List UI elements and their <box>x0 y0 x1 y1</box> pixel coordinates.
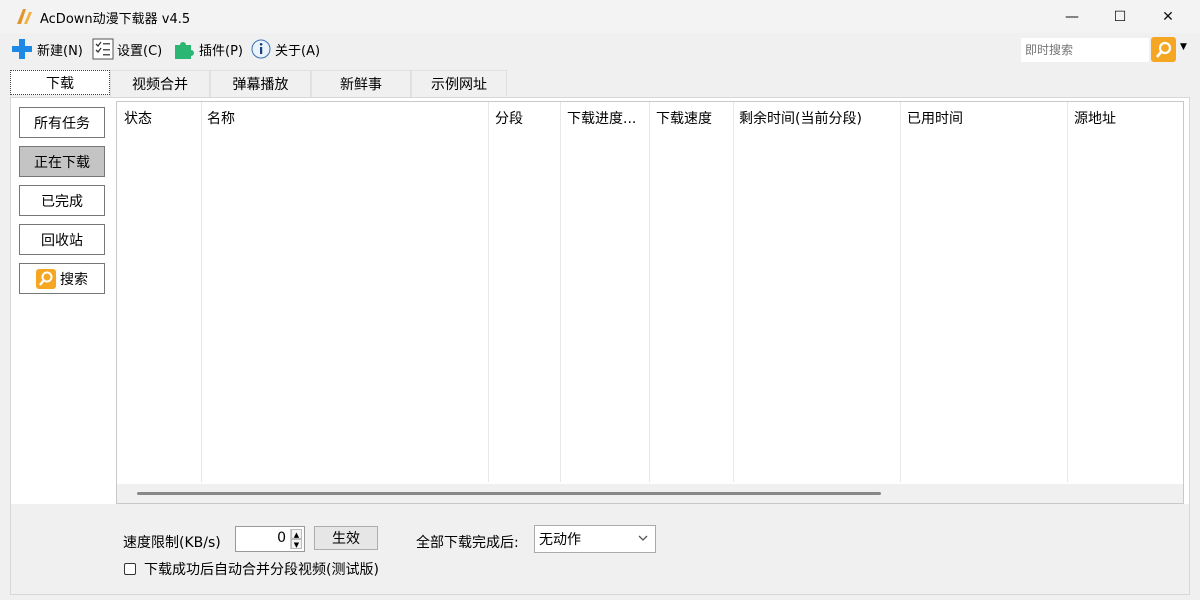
column-divider <box>560 102 561 482</box>
sidebar-item-search-label: 搜索 <box>60 271 88 288</box>
about-menu-label: 关于(A) <box>275 43 321 59</box>
column-divider <box>201 102 202 482</box>
window-title: AcDown动漫下载器 v4.5 <box>40 12 191 27</box>
column-source-url[interactable]: 源地址 <box>1074 108 1116 128</box>
minimize-button[interactable]: — <box>1048 0 1096 33</box>
auto-merge-checkbox[interactable] <box>124 563 136 575</box>
sidebar-item-all-tasks[interactable]: 所有任务 <box>19 107 105 138</box>
settings-menu-label: 设置(C) <box>117 43 163 59</box>
horizontal-scrollbar[interactable] <box>117 484 1183 503</box>
task-table[interactable]: 状态 名称 分段 下载进度... 下载速度 剩余时间(当前分段) 已用时间 源地… <box>116 101 1184 504</box>
app-logo-icon <box>17 9 32 24</box>
after-complete-value: 无动作 <box>539 532 581 548</box>
spinner-down-icon[interactable]: ▼ <box>291 539 302 549</box>
bottom-options: 速度限制(KB/s) 0 ▲ ▼ 生效 全部下载完成后: 无动作 下载成功后自动… <box>11 504 1189 594</box>
column-divider <box>900 102 901 482</box>
apply-speed-button[interactable]: 生效 <box>314 526 378 550</box>
column-elapsed-time[interactable]: 已用时间 <box>907 108 963 128</box>
checklist-icon <box>92 38 114 60</box>
after-complete-label: 全部下载完成后: <box>416 535 519 551</box>
tab-danmaku[interactable]: 弹幕播放 <box>210 70 311 97</box>
download-panel: 所有任务 正在下载 已完成 回收站 搜索 状态 名称 分段 下载进度... 下载… <box>10 97 1190 595</box>
table-header: 状态 名称 分段 下载进度... 下载速度 剩余时间(当前分段) 已用时间 源地… <box>117 102 1183 132</box>
speed-limit-label: 速度限制(KB/s) <box>123 535 221 551</box>
search-button[interactable] <box>1151 37 1176 62</box>
tab-download[interactable]: 下载 <box>10 70 110 95</box>
search-icon <box>1155 41 1171 58</box>
search-icon <box>36 268 56 289</box>
search-dropdown-icon[interactable]: ▼ <box>1180 42 1187 52</box>
about-menu[interactable]: 关于(A) <box>250 37 320 61</box>
sidebar-item-search[interactable]: 搜索 <box>19 263 105 294</box>
speed-limit-value: 0 <box>277 530 286 546</box>
settings-menu[interactable]: 设置(C) <box>92 37 162 61</box>
column-remaining-time[interactable]: 剩余时间(当前分段) <box>739 108 862 128</box>
speed-limit-spinner[interactable]: 0 ▲ ▼ <box>235 526 305 552</box>
close-button[interactable]: ✕ <box>1144 0 1192 33</box>
sidebar-item-recycle-bin[interactable]: 回收站 <box>19 224 105 255</box>
column-speed[interactable]: 下载速度 <box>656 108 712 128</box>
sidebar-item-downloading[interactable]: 正在下载 <box>19 146 105 177</box>
column-divider <box>733 102 734 482</box>
tab-video-merge[interactable]: 视频合并 <box>110 70 210 97</box>
new-menu[interactable]: 新建(N) <box>10 37 83 61</box>
puzzle-icon <box>175 42 194 59</box>
plugins-menu-label: 插件(P) <box>199 43 243 59</box>
tab-news[interactable]: 新鲜事 <box>311 70 411 97</box>
chevron-down-icon <box>638 535 648 541</box>
toolbar: 新建(N) 设置(C) 插件(P) 关于(A) <box>0 33 1200 66</box>
title-bar: AcDown动漫下载器 v4.5 — ☐ ✕ <box>0 0 1200 33</box>
spinner-arrows[interactable]: ▲ ▼ <box>290 529 302 549</box>
spinner-up-icon[interactable]: ▲ <box>291 529 302 539</box>
new-menu-label: 新建(N) <box>37 43 83 59</box>
column-segments[interactable]: 分段 <box>495 108 523 128</box>
sidebar-item-completed[interactable]: 已完成 <box>19 185 105 216</box>
after-complete-select[interactable]: 无动作 <box>534 525 656 553</box>
horizontal-scrollbar-thumb[interactable] <box>137 492 881 495</box>
column-divider <box>649 102 650 482</box>
plus-icon <box>12 39 32 59</box>
column-status[interactable]: 状态 <box>124 108 152 128</box>
tab-example-urls[interactable]: 示例网址 <box>411 70 507 97</box>
info-icon <box>251 39 271 59</box>
maximize-button[interactable]: ☐ <box>1096 0 1144 33</box>
column-divider <box>1067 102 1068 482</box>
instant-search-input[interactable] <box>1021 38 1149 62</box>
plugins-menu[interactable]: 插件(P) <box>172 37 243 61</box>
auto-merge-label: 下载成功后自动合并分段视频(测试版) <box>144 562 379 578</box>
column-name[interactable]: 名称 <box>207 108 235 128</box>
column-divider <box>488 102 489 482</box>
column-progress[interactable]: 下载进度... <box>567 108 636 128</box>
